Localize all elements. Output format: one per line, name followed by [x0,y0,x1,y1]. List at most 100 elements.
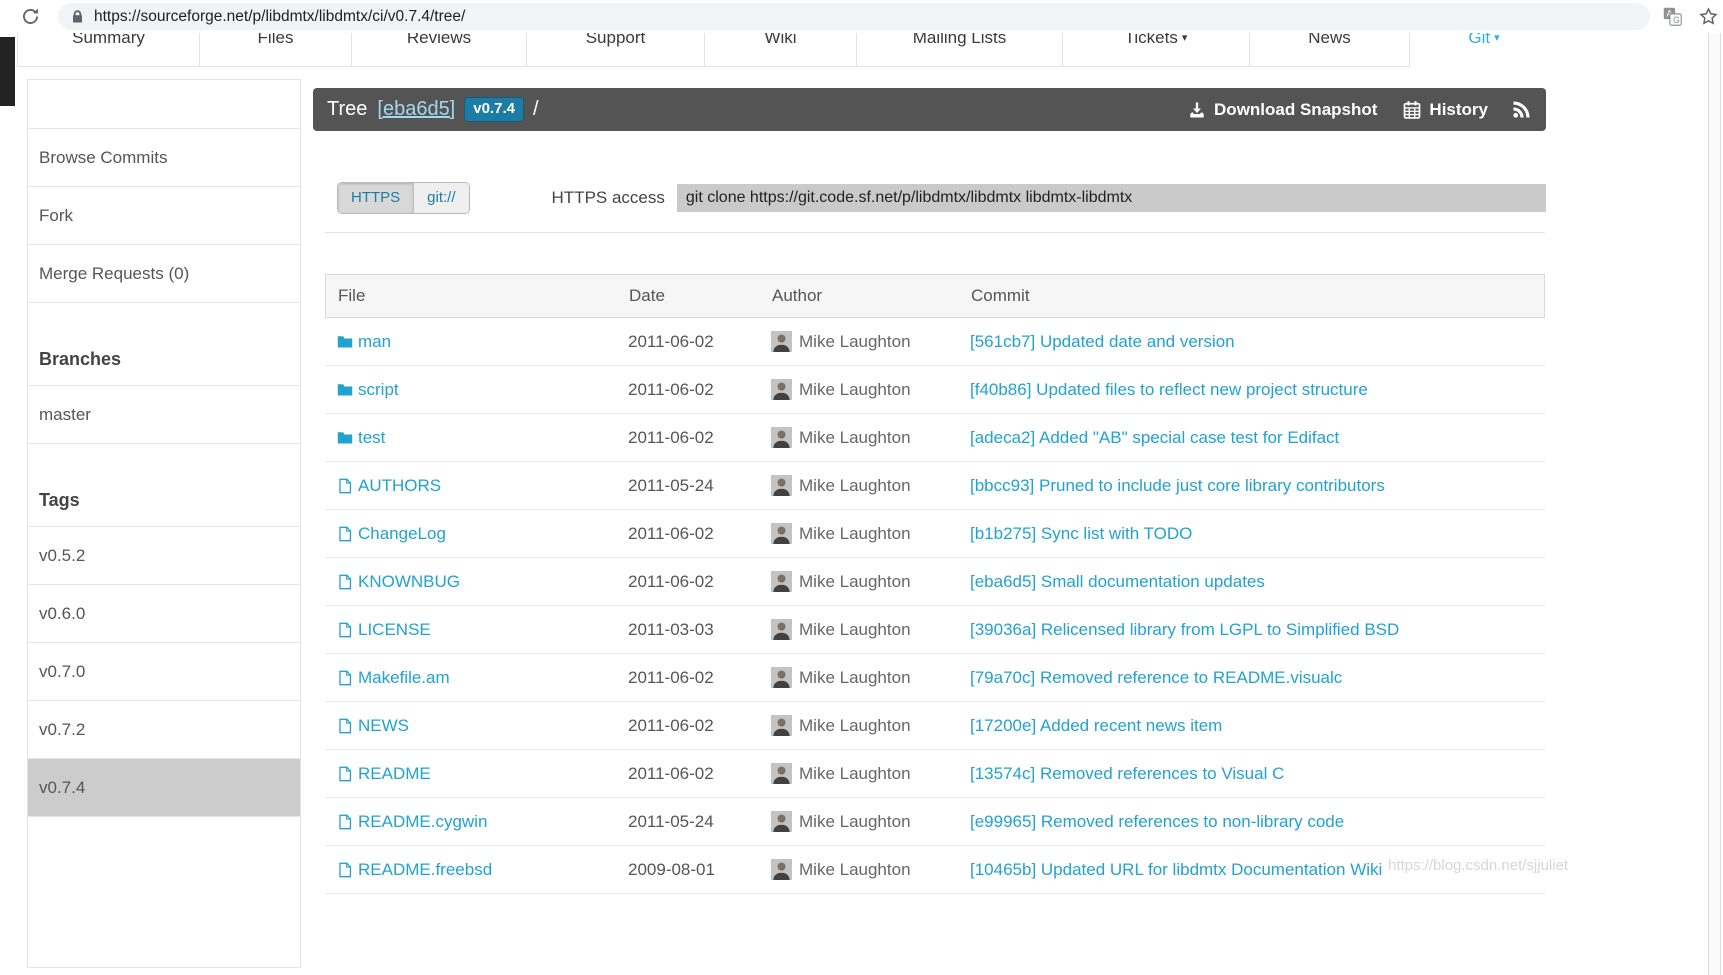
table-body: man 2011-06-02 Mike Laughton [561cb7] Updat… [325,318,1545,894]
sidebar-item-v0-7-0[interactable]: v0.7.0 [28,643,300,701]
bookmark-star-icon[interactable] [1698,6,1719,27]
file-link[interactable]: AUTHORS [325,476,628,496]
sidebar-item-v0-7-2[interactable]: v0.7.2 [28,701,300,759]
folder-link[interactable]: man [325,332,628,352]
file-link[interactable]: KNOWNBUG [325,572,628,592]
file-link[interactable]: NEWS [325,716,628,736]
author-cell: Mike Laughton [771,379,970,400]
tree-header-actions: Download Snapshot History [1187,99,1532,120]
tab-wiki[interactable]: Wiki [705,33,857,67]
avatar [771,571,792,592]
file-link[interactable]: README.freebsd [325,860,628,880]
tab-label: Reviews [406,33,472,47]
tab-label: Git [1468,33,1491,47]
commit-link[interactable]: [adeca2] Added "AB" special case test fo… [970,428,1545,448]
avatar [771,715,792,736]
column-header-author: Author [772,286,823,305]
commit-link[interactable]: [b1b275] Sync list with TODO [970,524,1545,544]
sidebar-item-merge-requests-0[interactable]: Merge Requests (0) [28,245,300,303]
protocol-toggle: HTTPS git:// [337,182,470,214]
sidebar-item-fork[interactable]: Fork [28,187,300,245]
file-name: ChangeLog [358,523,446,543]
clone-command-input[interactable] [676,184,1546,212]
file-icon [337,766,353,782]
commit-link[interactable]: [561cb7] Updated date and version [970,332,1545,352]
commit-ref-link[interactable]: [eba6d5] [377,98,455,121]
file-link[interactable]: ChangeLog [325,524,628,544]
file-name: NEWS [358,715,409,735]
author-cell: Mike Laughton [771,763,970,784]
author-name: Mike Laughton [799,619,911,639]
table-row: NEWS 2011-06-02 Mike Laughton [17200e] Adde… [325,702,1545,750]
commit-link[interactable]: [eba6d5] Small documentation updates [970,572,1545,592]
page-left-edge [0,37,15,106]
author-name: Mike Laughton [799,379,911,399]
file-link[interactable]: README [325,764,628,784]
sidebar-item-v0-6-0[interactable]: v0.6.0 [28,585,300,643]
folder-icon [337,334,353,350]
tab-label: Tickets [1124,33,1178,47]
sidebar-item-browse-commits[interactable]: Browse Commits [28,129,300,187]
sidebar-item-master[interactable]: master [28,386,300,444]
browser-toolbar: https://sourceforge.net/p/libdmtx/libdmt… [0,0,1723,33]
avatar [771,667,792,688]
protocol-git-button[interactable]: git:// [413,183,469,213]
tree-path: / [532,98,539,120]
table-row: Makefile.am 2011-06-02 Mike Laughton [79a70… [325,654,1545,702]
column-header-file: File [338,286,366,305]
commit-link[interactable]: [39036a] Relicensed library from LGPL to… [970,620,1545,640]
commit-link[interactable]: [e99965] Removed references to non-libra… [970,812,1545,832]
repo-access-row: HTTPS git:// HTTPS access [313,182,1546,214]
commit-link[interactable]: [f40b86] Updated files to reflect new pr… [970,380,1545,400]
git-sidebar: Browse Commits Fork Merge Requests (0) Bran… [27,79,301,968]
tab-tickets[interactable]: Tickets ▾ [1063,33,1250,67]
commit-date: 2011-06-02 [628,427,714,447]
folder-link[interactable]: script [325,380,628,400]
folder-icon [337,430,353,446]
tab-files[interactable]: Files [200,33,352,67]
tab-news[interactable]: News [1250,33,1410,67]
sidebar-item-v0-7-4[interactable]: v0.7.4 [28,759,300,817]
vertical-scrollbar[interactable] [1708,33,1721,975]
file-table: File Date Author Commit man 2011-06-02 Mik… [325,274,1545,894]
sidebar-item-v0-5-2[interactable]: v0.5.2 [28,527,300,585]
tab-mailing-lists[interactable]: Mailing Lists [857,33,1063,67]
commit-link[interactable]: [13574c] Removed references to Visual C [970,764,1545,784]
file-link[interactable]: Makefile.am [325,668,628,688]
table-row: README.freebsd 2009-08-01 Mike Laughton [10… [325,846,1545,894]
avatar [771,619,792,640]
tab-summary[interactable]: Summary [17,33,200,67]
table-row: script 2011-06-02 Mike Laughton [f40b86] Up… [325,366,1545,414]
file-link[interactable]: README.cygwin [325,812,628,832]
tab-label: Wiki [764,33,797,47]
download-snapshot-button[interactable]: Download Snapshot [1187,100,1377,120]
table-row: ChangeLog 2011-06-02 Mike Laughton [b1b275]… [325,510,1545,558]
file-link[interactable]: LICENSE [325,620,628,640]
history-button[interactable]: History [1402,100,1488,120]
reload-icon[interactable] [20,6,41,27]
project-nav-tabs: Summary Files Reviews Support Wiki Mailing Li… [17,33,1558,67]
file-icon [337,574,353,590]
commit-link[interactable]: [bbcc93] Pruned to include just core lib… [970,476,1545,496]
author-cell: Mike Laughton [771,667,970,688]
chevron-down-icon: ▾ [1494,33,1500,44]
rss-feed-icon[interactable] [1511,99,1532,120]
history-label: History [1429,99,1488,119]
file-icon [337,718,353,734]
folder-link[interactable]: test [325,428,628,448]
tab-git[interactable]: Git ▾ [1410,33,1558,67]
commit-link[interactable]: [79a70c] Removed reference to README.vis… [970,668,1545,688]
commit-date: 2011-05-24 [628,811,714,831]
file-name: LICENSE [358,619,431,639]
address-bar[interactable]: https://sourceforge.net/p/libdmtx/libdmt… [58,3,1650,30]
url-text: https://sourceforge.net/p/libdmtx/libdmt… [94,7,466,25]
commit-link[interactable]: [17200e] Added recent news item [970,716,1545,736]
access-label: HTTPS access [551,188,665,207]
tab-support[interactable]: Support [527,33,705,67]
tab-reviews[interactable]: Reviews [352,33,527,67]
tab-label: Mailing Lists [912,33,1007,47]
translate-icon[interactable]: A G [1662,6,1683,27]
tab-label: Files [257,33,294,47]
protocol-https-button[interactable]: HTTPS [338,183,414,213]
avatar [771,475,792,496]
